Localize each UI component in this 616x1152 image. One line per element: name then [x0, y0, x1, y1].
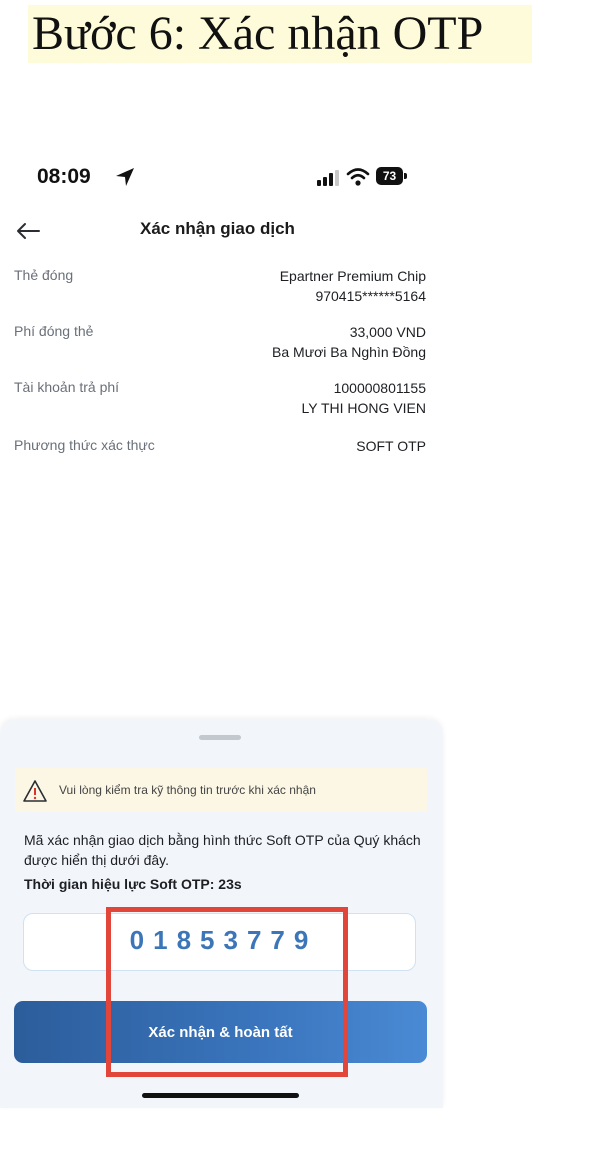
back-arrow-icon[interactable] [13, 216, 43, 246]
page-title: Xác nhận giao dịch [140, 219, 295, 238]
wifi-icon [346, 168, 370, 186]
sheet-drag-handle[interactable] [199, 735, 241, 740]
auth-method: SOFT OTP [356, 438, 426, 454]
battery-cap [404, 173, 407, 179]
otp-timer: Thời gian hiệu lực Soft OTP: 23s [24, 876, 242, 892]
account-label: Tài khoản trả phí [14, 379, 120, 395]
step-title: Bước 6: Xác nhận OTP [28, 5, 532, 63]
signal-icon [317, 170, 339, 186]
status-time: 08:09 [37, 165, 91, 188]
fee-amount: 33,000 VND [349, 324, 426, 340]
location-arrow-icon [116, 168, 134, 186]
card-number: 970415******5164 [315, 288, 426, 304]
fee-value: 33,000 VND Ba Mươi Ba Nghìn Đồng [272, 322, 426, 362]
warning-text: Vui lòng kiểm tra kỹ thông tin trước khi… [59, 783, 316, 797]
auth-method-label: Phương thức xác thực [14, 437, 155, 453]
account-value: 100000801155 LY THI HONG VIEN [302, 378, 426, 418]
battery-icon: 73 [376, 167, 403, 185]
card-value: Epartner Premium Chip 970415******5164 [280, 266, 426, 306]
warning-icon [23, 780, 47, 802]
home-indicator [142, 1093, 299, 1098]
card-label: Thẻ đóng [14, 267, 74, 283]
card-name: Epartner Premium Chip [279, 268, 426, 284]
otp-code: 01853779 [129, 925, 318, 955]
auth-method-value: SOFT OTP [356, 436, 426, 456]
confirm-complete-button[interactable]: Xác nhận & hoàn tất [14, 1001, 427, 1063]
account-holder: LY THI HONG VIEN [301, 400, 426, 416]
account-number: 100000801155 [333, 380, 426, 396]
fee-amount-words: Ba Mươi Ba Nghìn Đồng [272, 344, 426, 360]
otp-description: Mã xác nhận giao dịch bằng hình thức Sof… [24, 832, 421, 868]
fee-label: Phí đóng thẻ [14, 323, 94, 339]
